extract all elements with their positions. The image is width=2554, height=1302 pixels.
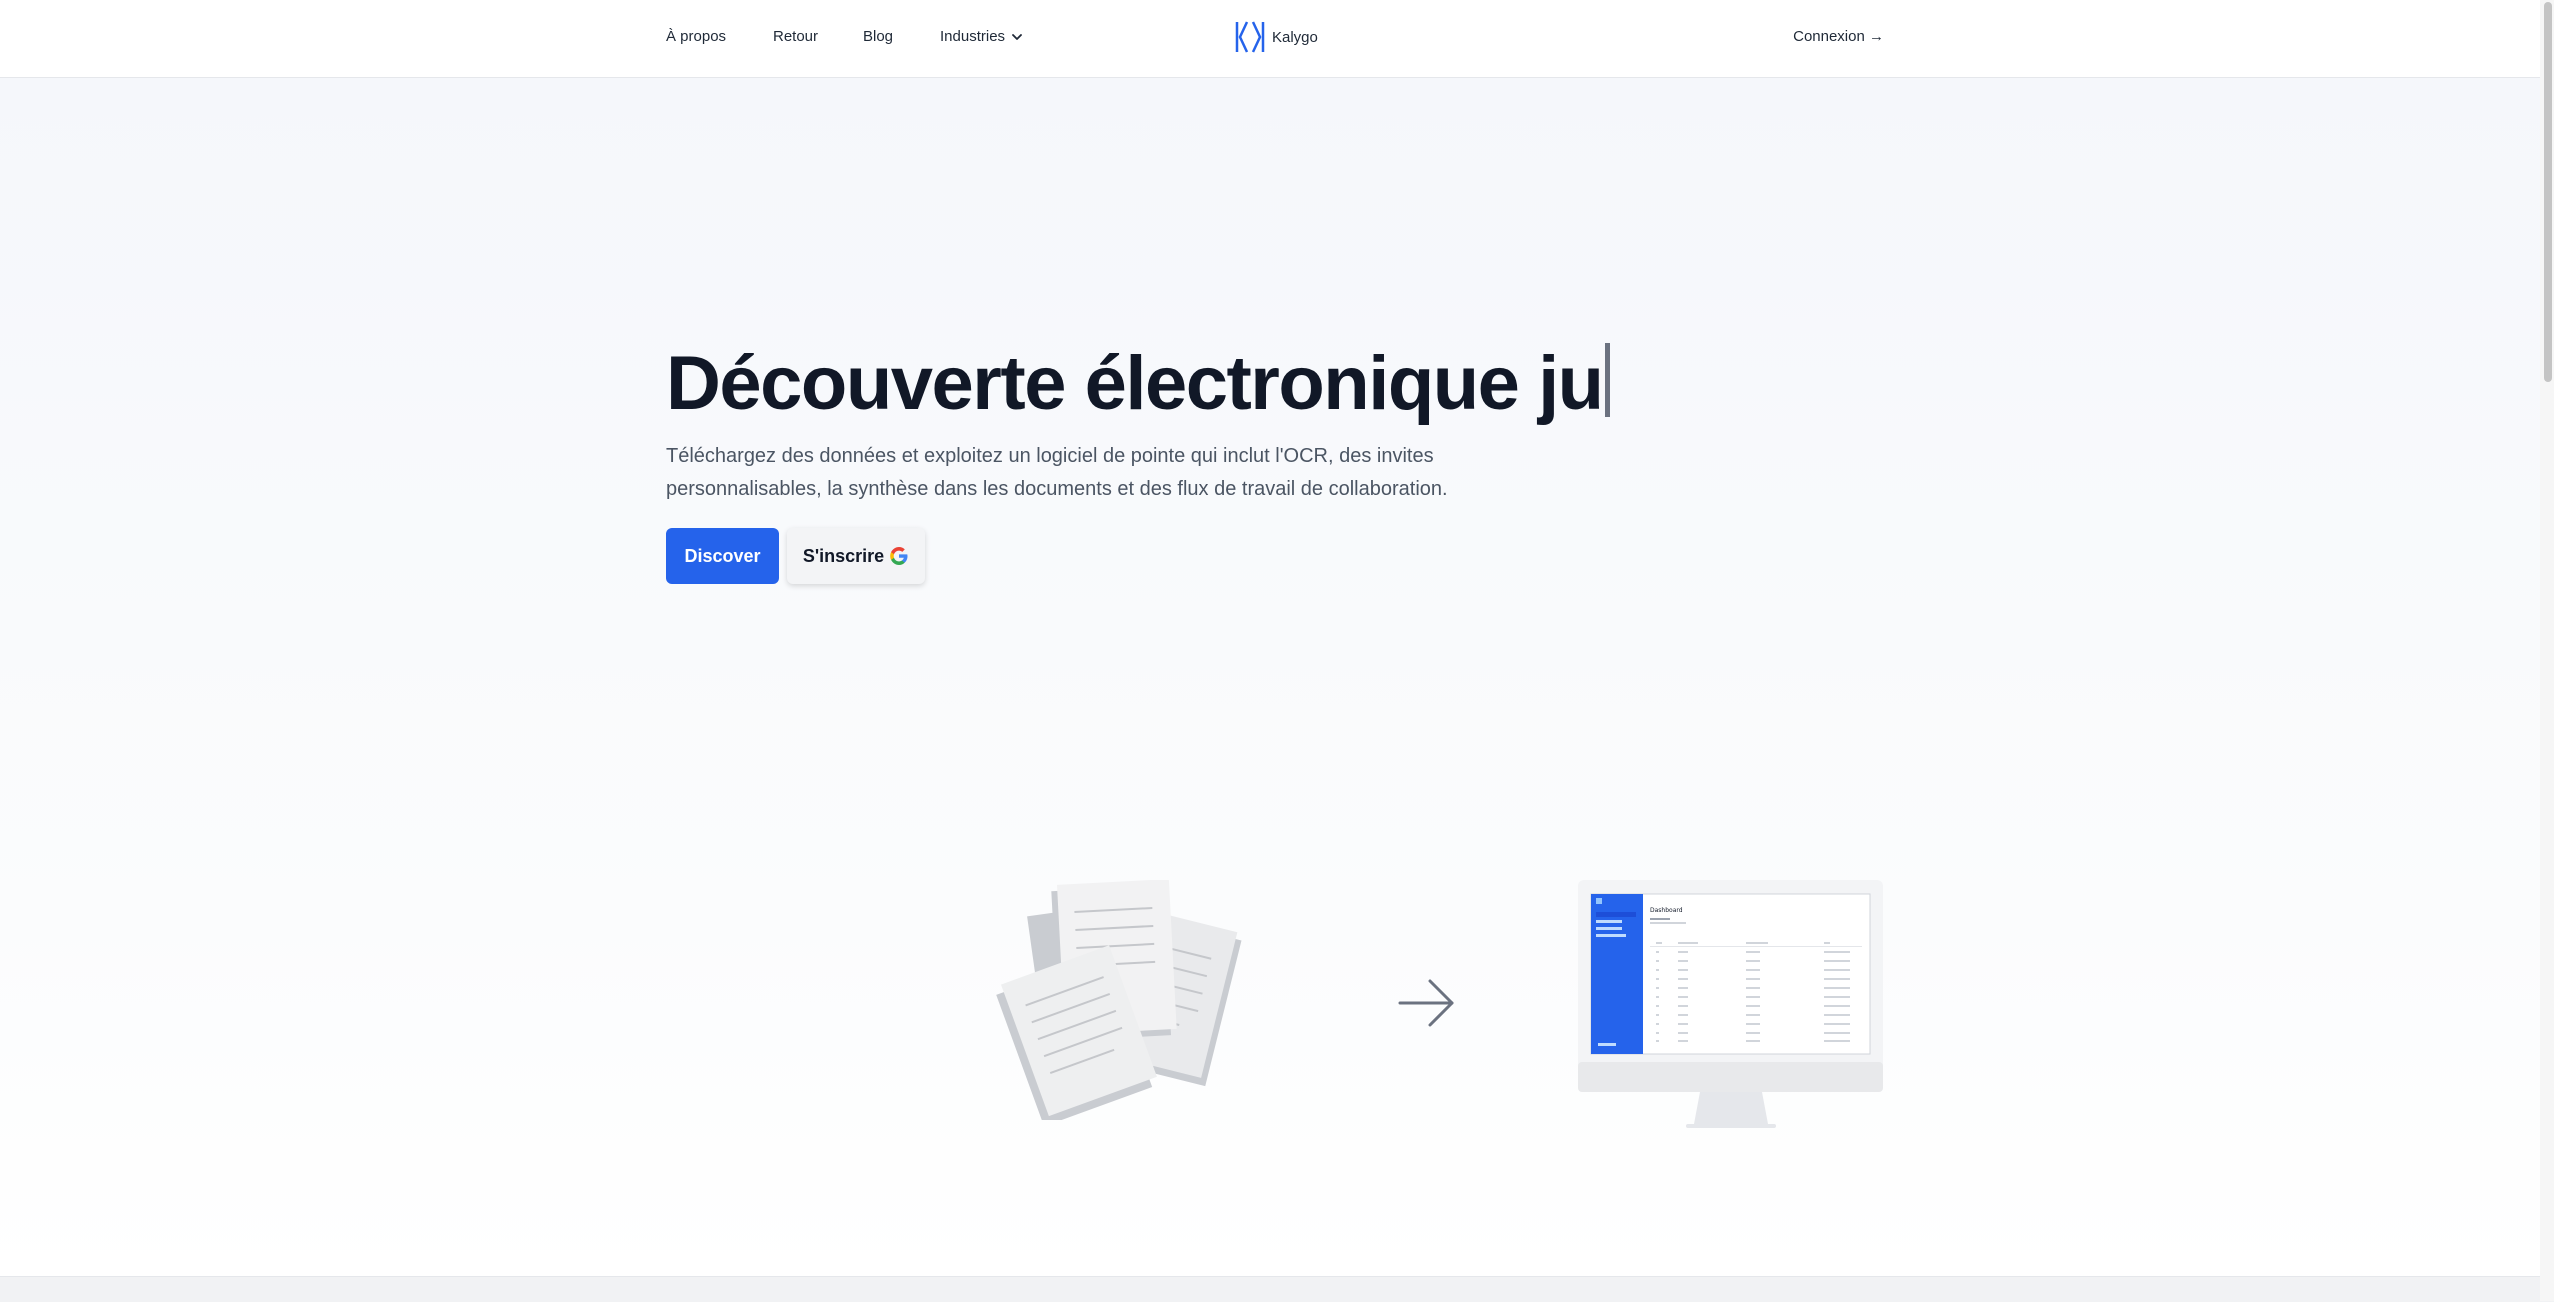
brand-name: Kalygo xyxy=(1272,28,1318,46)
hero-title: Découverte électronique ju xyxy=(666,336,1610,432)
documents-illustration xyxy=(996,880,1242,1120)
nav-industries-dropdown[interactable]: Industries xyxy=(940,28,1023,45)
scrollbar-thumb[interactable] xyxy=(2544,2,2552,382)
google-signup-button[interactable]: S'inscrire xyxy=(787,528,925,584)
google-icon xyxy=(890,547,908,565)
discover-button[interactable]: Discover xyxy=(666,528,779,584)
login-link[interactable]: Connexion → xyxy=(1793,28,1884,45)
kalygo-logo-icon xyxy=(1235,21,1265,53)
typing-caret xyxy=(1604,343,1610,417)
hero-background xyxy=(0,78,2554,1276)
document-stack xyxy=(996,880,1242,1120)
hero-title-text: Découverte électronique ju xyxy=(666,341,1604,426)
arrow-right-icon xyxy=(1398,979,1454,1027)
chevron-down-icon xyxy=(1012,33,1022,40)
dashboard-title: Dashboard xyxy=(1650,907,1683,914)
page-scrollbar[interactable] xyxy=(2540,0,2554,1301)
hero-subtitle: Téléchargez des données et exploitez un … xyxy=(666,445,1448,500)
nav-industries-label: Industries xyxy=(940,28,1006,45)
dashboard-monitor-illustration: Dashboard xyxy=(1578,880,1883,1128)
nav-link-feedback[interactable]: Retour xyxy=(773,28,818,45)
nav-link-blog[interactable]: Blog xyxy=(863,28,893,45)
footer-strip xyxy=(0,1276,2554,1302)
nav-link-about[interactable]: À propos xyxy=(666,28,726,45)
top-navbar: À propos Retour Blog Industries Kalygo C… xyxy=(0,0,2554,78)
google-signup-label: S'inscrire xyxy=(802,545,885,566)
brand-logo-link[interactable]: Kalygo xyxy=(1234,20,1318,54)
